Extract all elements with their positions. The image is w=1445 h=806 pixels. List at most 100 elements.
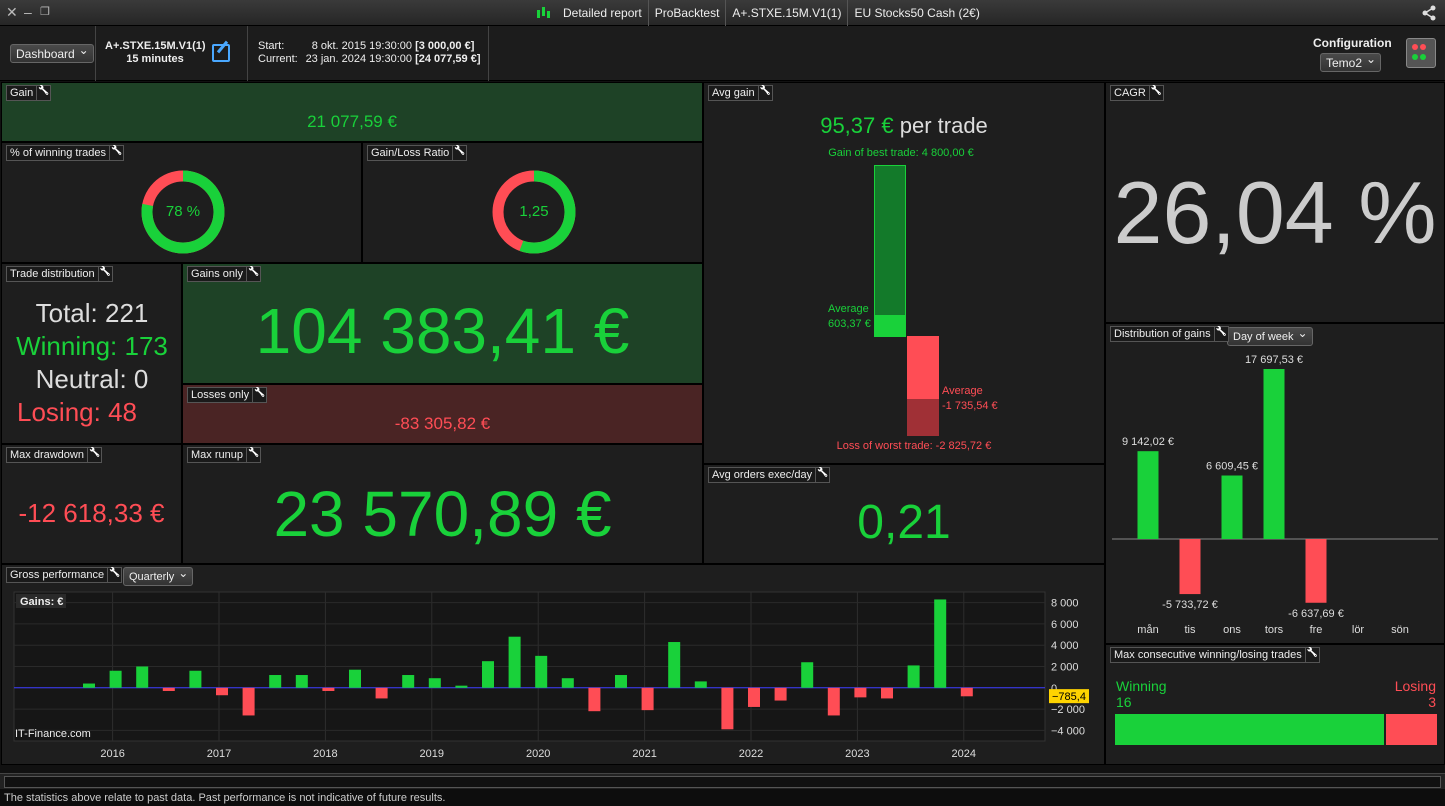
wrench-icon[interactable]	[245, 448, 260, 462]
x-tick-label: 2024	[952, 748, 976, 760]
gross-performance-chart: 2016 2017 2018 2019 2020 2021 2022 2023 2024 −4 0…	[13, 591, 1089, 760]
tab-system[interactable]: A+.STXE.15M.V1(1)	[726, 0, 849, 26]
tab-probacktest[interactable]: ProBacktest	[649, 0, 727, 26]
tab-detailed-report[interactable]: Detailed report	[557, 0, 649, 26]
winning-streak: Winning 16	[1116, 678, 1167, 710]
bar-2018Q4	[402, 675, 415, 688]
configuration-label: Configuration	[1313, 36, 1392, 50]
x-tick-label: 2023	[845, 748, 869, 760]
x-tick-label: 2017	[207, 748, 231, 760]
bar-fre	[1305, 539, 1327, 603]
wrench-icon[interactable]	[109, 146, 123, 160]
wrench-icon[interactable]	[252, 388, 266, 402]
bar-2020Q1	[535, 655, 548, 688]
x-tick-label: 2018	[313, 748, 337, 760]
wrench-icon[interactable]	[245, 267, 260, 281]
wrench-icon[interactable]	[1148, 86, 1163, 100]
title-bar: ✕ – ❐ Detailed report ProBacktest A+.STX…	[0, 0, 1445, 26]
minimize-icon[interactable]: –	[24, 5, 32, 19]
max-drawdown-value: -12 618,33 €	[18, 498, 165, 528]
wrench-icon[interactable]	[757, 86, 772, 100]
bar-2021Q4	[721, 687, 734, 730]
trade-distribution-panel: Trade distribution Total: 221 Winning: 1…	[1, 263, 182, 444]
x-tick-label: mån	[1137, 624, 1158, 636]
y-tick-label: 8 000	[1051, 598, 1079, 610]
losing-streak-bar	[1386, 714, 1437, 745]
losses-only-panel: Losses only -83 305,82 €	[182, 384, 703, 444]
bar-2019Q1	[428, 678, 441, 688]
bar-2018Q2	[349, 669, 361, 688]
wrench-icon[interactable]	[452, 146, 466, 160]
total-trades: Total: 221	[35, 298, 149, 328]
avg-loss-bar	[907, 399, 939, 436]
bar-2023Q2	[881, 687, 893, 699]
gain-loss-ratio-panel: Gain/Loss Ratio 1,25	[362, 142, 703, 263]
bar-label: 17 697,53 €	[1245, 354, 1303, 366]
losses-only-value: -83 305,82 €	[394, 414, 491, 433]
bar-2016Q4	[189, 670, 202, 688]
current-value-label: −785,4	[1052, 691, 1086, 703]
wrench-icon[interactable]	[1304, 648, 1319, 662]
x-tick-label: 2016	[100, 748, 124, 760]
edit-icon[interactable]	[212, 44, 230, 62]
date-range: Start: 8 okt. 2015 19:30:00 [3 000,00 €] …	[258, 40, 481, 65]
x-tick-label: lör	[1352, 624, 1365, 636]
wrench-icon[interactable]	[97, 267, 112, 281]
gain-panel: Gain 21 077,59 €	[1, 82, 703, 142]
y-tick-label: 2 000	[1051, 662, 1079, 674]
bar-2018Q3	[375, 687, 388, 699]
y-tick-label: −2 000	[1051, 704, 1085, 716]
y-tick-label: 6 000	[1051, 619, 1079, 631]
bar-2020Q2	[561, 678, 574, 688]
max-runup-value: 23 570,89 €	[273, 478, 612, 550]
max-drawdown-panel: Max drawdown -12 618,33 €	[1, 444, 182, 564]
worst-trade-label: Loss of worst trade: -2 825,72 €	[836, 440, 992, 452]
avg-orders-panel: Avg orders exec/day 0,21	[703, 464, 1105, 564]
bar-label: -5 733,72 €	[1162, 599, 1218, 611]
breadcrumb: Detailed report ProBacktest A+.STXE.15M.…	[535, 0, 986, 26]
gross-performance-panel: Gross performance Quarterly 201620172018…	[1, 564, 1105, 765]
bar-2022Q4	[827, 687, 840, 716]
disclaimer: The statistics above relate to past data…	[0, 789, 1445, 806]
gain-title: Gain	[6, 85, 52, 101]
losing-streak: Losing 3	[1394, 678, 1436, 710]
bar-2017Q3	[269, 675, 282, 688]
bar-2021Q2	[668, 642, 681, 688]
avg-gain-panel: Avg gain 95,37 € per trade Gain of best …	[703, 82, 1105, 464]
report-header: Dashboard A+.STXE.15M.V1(1) 15 minutes S…	[0, 26, 1445, 81]
x-tick-label: 2020	[526, 748, 550, 760]
bar-tis	[1179, 539, 1201, 595]
wrench-icon[interactable]	[36, 86, 50, 100]
bar-2017Q1	[216, 687, 228, 696]
bar-ons	[1221, 475, 1243, 539]
dashboard-select[interactable]: Dashboard	[10, 42, 94, 63]
horizontal-scrollbar[interactable]	[0, 773, 1445, 789]
share-icon[interactable]	[1421, 5, 1437, 21]
y-tick-label: −4 000	[1051, 725, 1085, 737]
bar-label: 9 142,02 €	[1122, 436, 1174, 448]
wrench-icon[interactable]	[815, 468, 829, 482]
avg-loss-label: Average -1 735,54 €	[942, 385, 998, 412]
bar-2024Q1	[960, 687, 973, 697]
wrench-icon[interactable]	[86, 448, 101, 462]
configuration-icon[interactable]	[1406, 38, 1436, 68]
losing-trades: Losing: 48	[17, 397, 137, 427]
distribution-panel: Distribution of gains Day of week 9 142,…	[1105, 323, 1445, 644]
streak-bar	[1115, 714, 1437, 745]
configuration-select[interactable]: Temo2	[1320, 51, 1382, 72]
wrench-icon[interactable]	[107, 568, 121, 582]
winning-trades-panel: % of winning trades 78 %	[1, 142, 362, 263]
winning-streak-bar	[1115, 714, 1385, 745]
wrench-icon[interactable]	[1213, 327, 1228, 341]
winning-pct-value: 78 %	[165, 203, 201, 220]
bar-2019Q4	[508, 636, 521, 688]
restore-icon[interactable]: ❐	[40, 5, 50, 19]
tab-instrument[interactable]: EU Stocks50 Cash (2€)	[848, 0, 985, 26]
bar-mån	[1137, 451, 1159, 539]
gains-only-value: 104 383,41 €	[255, 295, 630, 367]
bar-2023Q4	[934, 599, 947, 688]
neutral-trades: Neutral: 0	[35, 364, 149, 394]
close-icon[interactable]: ✕	[6, 5, 18, 19]
consecutive-panel: Max consecutive winning/losing trades Wi…	[1105, 644, 1445, 765]
legend-label: Gains: €	[20, 596, 63, 608]
